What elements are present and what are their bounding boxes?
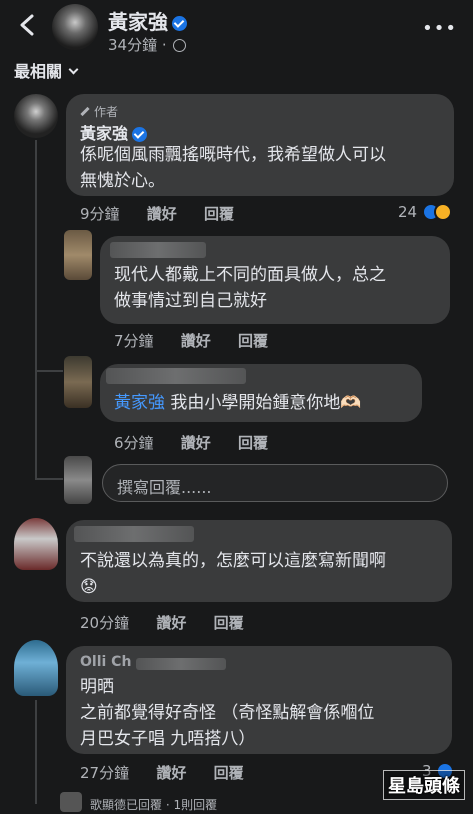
comment-text: 不說還以為真的，怎麼可以這麼寫新聞啊 😟 [80, 551, 386, 597]
author-avatar[interactable] [52, 4, 98, 50]
reply-button[interactable]: 回覆 [238, 434, 268, 452]
reply-actions: 6分鐘 讚好 回覆 [114, 432, 290, 453]
comment-text: 係呢個風雨飄搖嘅時代，我希望做人可以 無愧於心。 [80, 145, 386, 191]
thread-line [35, 370, 63, 372]
blurred-name [136, 658, 226, 670]
reply-bubble: 黃家強 我由小學開始鍾意你地🫶🏻 [100, 364, 422, 422]
comment-actions: 9分鐘 讚好 回覆 [80, 203, 256, 224]
reply-button[interactable]: 回覆 [214, 614, 244, 632]
comment-bubble: Olli Ch 明晒 之前都覺得好奇怪 （奇怪點解會係嗰位 月巴女子唱 九唔搭八… [66, 646, 452, 754]
thread-line [35, 140, 37, 480]
like-button[interactable]: 讚好 [156, 614, 186, 632]
reply-actions: 7分鐘 讚好 回覆 [114, 330, 290, 351]
post-time: 34分鐘 [108, 36, 158, 54]
sort-label: 最相關 [14, 62, 63, 81]
comment-time: 9分鐘 [80, 205, 120, 223]
comment-time: 20分鐘 [80, 614, 130, 632]
reaction-count: 24 [398, 203, 418, 221]
more-options-icon[interactable]: ••• [422, 18, 457, 39]
globe-icon [173, 39, 187, 52]
comment-bubble: 不說還以為真的，怎麼可以這麼寫新聞啊 😟 [66, 520, 452, 602]
chevron-down-icon [68, 64, 79, 75]
reply-text: 黃家強 我由小學開始鍾意你地🫶🏻 [114, 390, 362, 416]
like-button[interactable]: 讚好 [147, 205, 177, 223]
reaction-summary[interactable]: 24 [398, 203, 452, 221]
reply-button[interactable]: 回覆 [238, 332, 268, 350]
commenter-name-text[interactable]: 黃家強 [80, 124, 128, 143]
reply-body: 我由小學開始鍾意你地🫶🏻 [165, 393, 362, 413]
author-name[interactable]: 黃家強 [108, 10, 168, 34]
comment-bubble: 作者 黃家強 係呢個風雨飄搖嘅時代，我希望做人可以 無愧於心。 [66, 94, 454, 196]
author-name-row[interactable]: 黃家強 [108, 6, 187, 35]
reply-bubble: 现代人都戴上不同的面具做人，总之 做事情过到自己就好 [100, 236, 450, 324]
reply-time: 7分鐘 [114, 332, 154, 350]
commenter-avatar[interactable] [14, 94, 58, 138]
post-header: 黃家強 34分鐘 · ••• [0, 0, 473, 56]
commenter-avatar[interactable] [14, 518, 58, 570]
verified-badge-icon [172, 16, 187, 31]
commenter-name-partial[interactable]: Olli Ch [80, 654, 131, 670]
care-reaction-icon [433, 203, 452, 221]
sort-dropdown[interactable]: 最相關 [14, 58, 79, 82]
back-arrow-icon[interactable] [14, 10, 40, 40]
comment-actions: 27分鐘 讚好 回覆 [80, 762, 266, 783]
author-tag-label: 作者 [94, 105, 119, 119]
view-replies-link[interactable]: 歌顯德已回覆 · 1則回覆 [90, 796, 217, 813]
reply-text: 现代人都戴上不同的面具做人，总之 做事情过到自己就好 [114, 265, 386, 311]
like-button[interactable]: 讚好 [181, 434, 211, 452]
thread-line [35, 478, 63, 480]
like-button[interactable]: 讚好 [181, 332, 211, 350]
replier-avatar[interactable] [60, 792, 82, 812]
replier-avatar[interactable] [64, 356, 92, 408]
author-tag: 作者 [80, 103, 118, 120]
comment-time: 27分鐘 [80, 764, 130, 782]
reply-button[interactable]: 回覆 [214, 764, 244, 782]
reply-input[interactable]: 撰寫回覆...... [102, 464, 448, 502]
commenter-avatar[interactable] [14, 640, 58, 696]
pencil-icon [80, 106, 90, 117]
meta-separator: · [161, 36, 167, 54]
thread-line [35, 700, 37, 804]
watermark-logo: 星島頭條 [383, 770, 465, 800]
blurred-name [110, 242, 206, 258]
post-meta: 34分鐘 · [108, 34, 187, 55]
reply-button[interactable]: 回覆 [204, 205, 234, 223]
verified-badge-icon [132, 127, 148, 142]
comment-text: 明晒 之前都覺得好奇怪 （奇怪點解會係嗰位 月巴女子唱 九唔搭八） [80, 677, 375, 749]
comment-actions: 20分鐘 讚好 回覆 [80, 612, 266, 633]
blurred-name [106, 368, 246, 384]
blurred-name [74, 526, 194, 542]
commenter-name[interactable]: 黃家強 [80, 120, 148, 144]
my-avatar [64, 456, 92, 504]
replier-avatar[interactable] [64, 230, 92, 280]
reply-time: 6分鐘 [114, 434, 154, 452]
like-button[interactable]: 讚好 [156, 764, 186, 782]
mention-link[interactable]: 黃家強 [114, 393, 165, 413]
